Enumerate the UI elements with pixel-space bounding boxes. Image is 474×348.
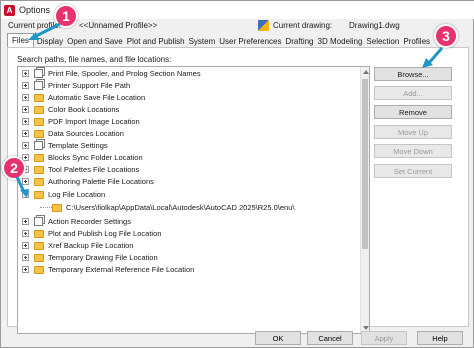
drawing-icon	[258, 20, 269, 31]
tree-item[interactable]: Temporary Drawing File Location	[18, 252, 158, 263]
pages-icon	[34, 141, 43, 150]
scroll-down-icon[interactable]	[363, 326, 369, 330]
options-dialog: A Options Current profile: <<Unnamed Pro…	[0, 0, 474, 348]
tree-item-label: Plot and Publish Log File Location	[48, 229, 162, 238]
tree-item[interactable]: Color Book Locations	[18, 104, 119, 115]
tree-item[interactable]: Automatic Save File Location	[18, 92, 145, 103]
expand-icon[interactable]	[22, 230, 29, 237]
tree-item-label: Automatic Save File Location	[48, 93, 146, 102]
tree-item-label: Print File, Spooler, and Prolog Section …	[48, 69, 201, 78]
folder-icon	[52, 203, 62, 212]
cancel-button[interactable]: Cancel	[307, 331, 353, 345]
expand-icon[interactable]	[22, 82, 29, 89]
add-button[interactable]: Add...	[374, 86, 452, 100]
set-current-button[interactable]: Set Current	[374, 164, 452, 178]
remove-button[interactable]: Remove	[374, 105, 452, 119]
window-title: Options	[19, 5, 51, 15]
expand-icon[interactable]	[22, 218, 29, 225]
callout-arrow-3	[422, 47, 444, 68]
tree-item[interactable]: Print File, Spooler, and Prolog Section …	[18, 68, 201, 79]
tree-item[interactable]: Blocks Sync Folder Location	[18, 152, 143, 163]
tree-connector	[40, 207, 52, 208]
folder-icon	[34, 117, 44, 126]
folder-icon	[34, 253, 44, 262]
scroll-up-icon[interactable]	[363, 70, 369, 74]
file-locations-tree[interactable]: Print File, Spooler, and Prolog Section …	[17, 66, 370, 334]
pages-icon	[34, 81, 43, 90]
expand-icon[interactable]	[22, 242, 29, 249]
expand-icon[interactable]	[22, 254, 29, 261]
move-down-button[interactable]: Move Down	[374, 144, 452, 158]
current-profile-value: <<Unnamed Profile>>	[79, 21, 158, 30]
expand-icon[interactable]	[22, 130, 29, 137]
tree-item-label: PDF Import Image Location	[48, 117, 140, 126]
expand-icon[interactable]	[22, 70, 29, 77]
tree-item-label: Printer Support File Path	[48, 81, 131, 90]
folder-icon	[34, 241, 44, 250]
folder-icon	[34, 190, 44, 199]
tree-scrollbar[interactable]	[360, 67, 369, 333]
folder-icon	[34, 165, 44, 174]
tree-item-label: Color Book Locations	[48, 105, 120, 114]
tree-item[interactable]: Printer Support File Path	[18, 80, 130, 91]
tab-strip: Files Display Open and Save Plot and Pub…	[7, 33, 432, 48]
tree-item[interactable]: Tool Palettes File Locations	[18, 164, 139, 175]
tree-item[interactable]: PDF Import Image Location	[18, 116, 140, 127]
tree-caption: Search paths, file names, and file locat…	[17, 55, 172, 64]
tree-item-label: Temporary External Reference File Locati…	[48, 265, 195, 274]
folder-icon	[34, 105, 44, 114]
tree-item-label: C:\Users\fiolkap\AppData\Local\Autodesk\…	[66, 203, 295, 212]
tree-item[interactable]: Plot and Publish Log File Location	[18, 228, 161, 239]
folder-icon	[34, 93, 44, 102]
tree-item[interactable]: Authoring Palette File Locations	[18, 176, 154, 187]
expand-icon[interactable]	[22, 118, 29, 125]
current-drawing-value: Drawing1.dwg	[349, 21, 400, 30]
apply-button[interactable]: Apply	[361, 331, 407, 345]
tree-item-label: Blocks Sync Folder Location	[48, 153, 143, 162]
expand-icon[interactable]	[22, 142, 29, 149]
folder-icon	[34, 265, 44, 274]
callout-arrow-2	[15, 176, 29, 198]
expand-icon[interactable]	[22, 94, 29, 101]
tree-item-label: Temporary Drawing File Location	[48, 253, 158, 262]
tree-item-label: Tool Palettes File Locations	[48, 165, 140, 174]
folder-icon	[34, 177, 44, 186]
tree-item-label: Xref Backup File Location	[48, 241, 134, 250]
folder-icon	[34, 129, 44, 138]
pages-icon	[34, 217, 43, 226]
pages-icon	[34, 69, 43, 78]
callout-badge-3: 3	[434, 24, 458, 48]
tree-item[interactable]: Data Sources Location	[18, 128, 124, 139]
help-button[interactable]: Help	[417, 331, 463, 345]
tree-item-label: Action Recorder Settings	[48, 217, 131, 226]
ok-button[interactable]: OK	[255, 331, 301, 345]
tree-item[interactable]: Template Settings	[18, 140, 108, 151]
current-drawing-label: Current drawing:	[273, 21, 333, 30]
tree-item[interactable]: Action Recorder Settings	[18, 216, 131, 227]
callout-arrow-1	[28, 22, 61, 40]
folder-icon	[34, 229, 44, 238]
scroll-thumb[interactable]	[362, 79, 368, 249]
move-up-button[interactable]: Move Up	[374, 125, 452, 139]
tree-item[interactable]: Temporary External Reference File Locati…	[18, 264, 194, 275]
folder-icon	[34, 153, 44, 162]
tree-item-label: Data Sources Location	[48, 129, 124, 138]
autocad-app-icon: A	[4, 4, 15, 16]
log-file-path-item[interactable]: C:\Users\fiolkap\AppData\Local\Autodesk\…	[18, 202, 294, 213]
tree-item-label: Template Settings	[48, 141, 108, 150]
tree-item[interactable]: Xref Backup File Location	[18, 240, 133, 251]
tree-item-label: Authoring Palette File Locations	[48, 177, 154, 186]
tree-item-label: Log File Location	[48, 190, 106, 199]
expand-icon[interactable]	[22, 106, 29, 113]
expand-icon[interactable]	[22, 266, 29, 273]
